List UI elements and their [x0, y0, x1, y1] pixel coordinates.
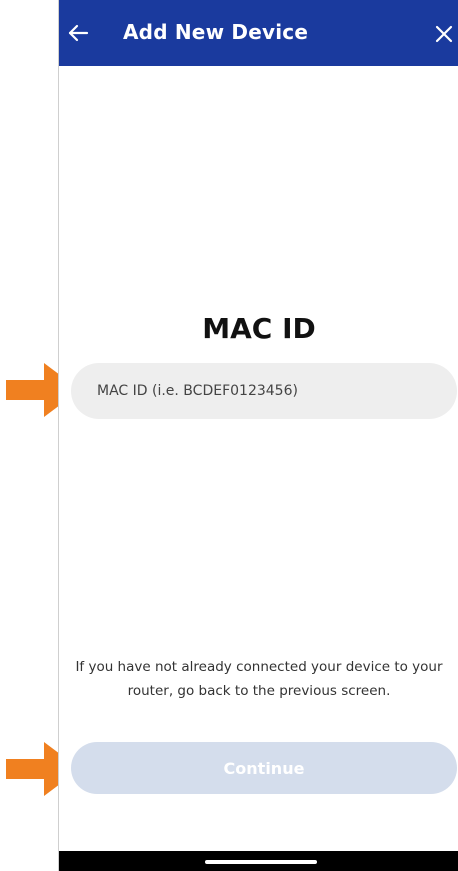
mac-id-heading: MAC ID: [202, 312, 316, 345]
page: Add New Device MAC ID If you have not al…: [0, 0, 458, 871]
arrow-left-icon[interactable]: [67, 22, 89, 44]
home-indicator[interactable]: [205, 860, 317, 864]
helper-text: If you have not already connected your d…: [75, 659, 443, 699]
close-icon[interactable]: [435, 25, 453, 43]
header-bar: Add New Device: [59, 0, 458, 66]
device-screen: Add New Device MAC ID If you have not al…: [58, 0, 458, 871]
continue-button[interactable]: Continue: [71, 742, 457, 794]
system-nav-bar: [59, 851, 458, 871]
mac-id-input[interactable]: [71, 363, 457, 419]
page-title: Add New Device: [123, 20, 309, 44]
